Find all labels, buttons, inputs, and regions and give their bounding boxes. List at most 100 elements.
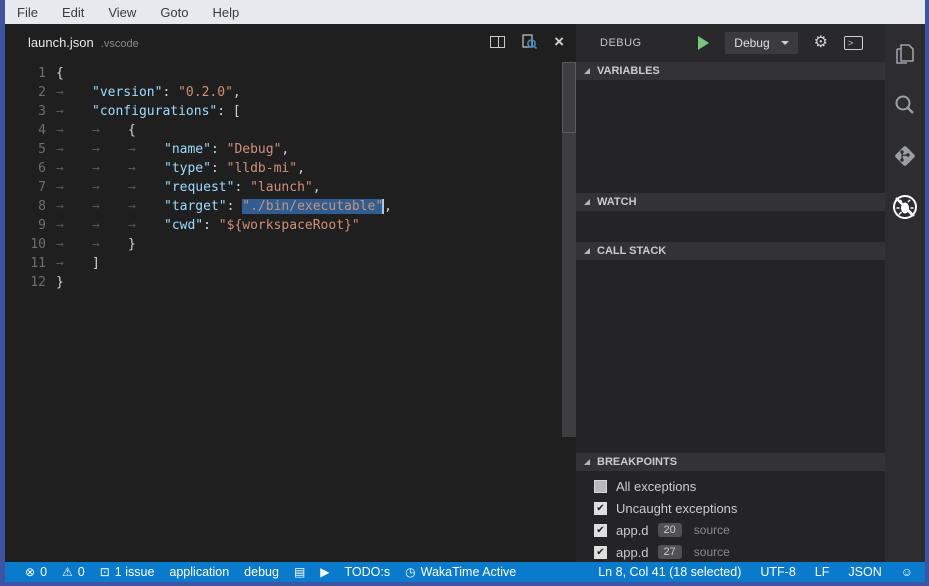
code-line-9[interactable]: 9→→→"cwd": "${workspaceRoot}" xyxy=(5,216,576,235)
breakpoint-row[interactable]: All exceptions xyxy=(576,475,885,497)
code-line-4[interactable]: 4→→{ xyxy=(5,121,576,140)
menu-item-edit[interactable]: Edit xyxy=(62,5,84,20)
whitespace-tab-arrow: → xyxy=(92,235,128,254)
editor-scrollbar[interactable] xyxy=(562,62,576,437)
section-label: BREAKPOINTS xyxy=(597,456,677,468)
search-icon-glyph xyxy=(892,92,918,118)
code-token: , xyxy=(297,161,305,176)
menu-item-file[interactable]: File xyxy=(17,5,38,20)
open-preview-icon[interactable] xyxy=(521,34,538,50)
whitespace-tab-arrow: → xyxy=(56,83,92,102)
application-text: application xyxy=(169,565,229,579)
code-token: , xyxy=(384,199,392,214)
breakpoint-row[interactable]: ✔app.d20source xyxy=(576,519,885,541)
code-line-12[interactable]: 12} xyxy=(5,273,576,292)
menu-item-view[interactable]: View xyxy=(108,5,136,20)
debug-console-icon[interactable]: > xyxy=(844,36,863,50)
selected-config-label: Debug xyxy=(734,36,769,50)
wakatime-icon: ◷ xyxy=(405,566,415,578)
section-header-breakpoints[interactable]: BREAKPOINTS xyxy=(576,453,885,471)
status-bar: ⊗0⚠0⊡1 issueapplicationdebug▤▶TODO:s◷Wak… xyxy=(5,562,925,582)
start-debug-button[interactable] xyxy=(698,36,709,50)
status-item-errors[interactable]: ⊗0 xyxy=(25,565,47,579)
expand-triangle-icon xyxy=(584,459,590,465)
status-item-todo-file[interactable]: ▤ xyxy=(294,566,305,578)
code-token: "0.2.0" xyxy=(178,85,233,100)
issues-text: 1 issue xyxy=(115,565,155,579)
checkbox-checked-icon[interactable]: ✔ xyxy=(594,502,607,515)
code-token: "cwd" xyxy=(164,218,203,233)
section-header-call-stack[interactable]: CALL STACK xyxy=(576,242,885,260)
status-item-encoding[interactable]: UTF-8 xyxy=(760,565,795,579)
errors-icon: ⊗ xyxy=(25,566,35,578)
whitespace-tab-arrow: → xyxy=(92,140,128,159)
whitespace-tab-arrow: → xyxy=(56,235,92,254)
status-item-language-mode[interactable]: JSON xyxy=(848,565,881,579)
code-line-content: →"version": "0.2.0", xyxy=(56,83,241,102)
menu-item-help[interactable]: Help xyxy=(213,5,240,20)
tab-launch-json[interactable]: launch.json .vscode xyxy=(28,35,139,50)
menu-item-goto[interactable]: Goto xyxy=(160,5,188,20)
checkbox-checked-icon[interactable]: ✔ xyxy=(594,546,607,559)
split-editor-icon[interactable] xyxy=(490,36,505,48)
code-line-6[interactable]: 6→→→"type": "lldb-mi", xyxy=(5,159,576,178)
status-item-wakatime[interactable]: ◷WakaTime Active xyxy=(405,565,516,579)
status-item-debug[interactable]: debug xyxy=(244,565,279,579)
code-token: : xyxy=(227,199,243,214)
status-item-cursor-position[interactable]: Ln 8, Col 41 (18 selected) xyxy=(598,565,741,579)
files-icon[interactable] xyxy=(891,40,919,68)
source-control-icon-glyph xyxy=(892,143,918,169)
line-number: 11 xyxy=(5,254,46,273)
status-item-todos[interactable]: TODO:s xyxy=(345,565,391,579)
status-item-todo-play[interactable]: ▶ xyxy=(320,566,329,578)
code-editor[interactable]: 1{2→"version": "0.2.0",3→"configurations… xyxy=(5,60,576,562)
configure-gear-icon[interactable]: ⚙ xyxy=(814,35,828,51)
section-label: WATCH xyxy=(597,196,637,208)
issues-icon: ⊡ xyxy=(100,566,110,578)
code-token: : xyxy=(162,85,178,100)
code-line-10[interactable]: 10→→} xyxy=(5,235,576,254)
code-line-8[interactable]: 8→→→"target": "./bin/executable", xyxy=(5,197,576,216)
section-header-watch[interactable]: WATCH xyxy=(576,193,885,211)
whitespace-tab-arrow: → xyxy=(92,197,128,216)
line-number: 4 xyxy=(5,121,46,140)
selected-text: "./bin/executable" xyxy=(242,199,383,214)
breakpoint-row[interactable]: ✔app.d27source xyxy=(576,541,885,563)
section-header-variables[interactable]: VARIABLES xyxy=(576,62,885,80)
code-line-2[interactable]: 2→"version": "0.2.0", xyxy=(5,83,576,102)
line-number-badge: 20 xyxy=(658,523,682,537)
status-item-eol[interactable]: LF xyxy=(815,565,830,579)
status-item-issues[interactable]: ⊡ 1 issue xyxy=(100,565,155,579)
code-line-3[interactable]: 3→"configurations": [ xyxy=(5,102,576,121)
breakpoints-body: All exceptions✔Uncaught exceptions✔app.d… xyxy=(576,471,885,563)
todo-play-icon: ▶ xyxy=(320,566,329,578)
debug-config-dropdown[interactable]: Debug xyxy=(725,32,797,54)
warnings-text: 0 xyxy=(78,565,85,579)
line-number: 1 xyxy=(5,64,46,83)
code-line-7[interactable]: 7→→→"request": "launch", xyxy=(5,178,576,197)
scrollbar-slider[interactable] xyxy=(562,62,576,133)
whitespace-tab-arrow: → xyxy=(128,140,164,159)
close-icon[interactable]: × xyxy=(554,35,564,49)
line-number: 7 xyxy=(5,178,46,197)
debug-icon[interactable] xyxy=(891,193,919,221)
checkbox-unchecked-icon[interactable] xyxy=(594,480,607,493)
checkbox-checked-icon[interactable]: ✔ xyxy=(594,524,607,537)
search-icon[interactable] xyxy=(891,91,919,119)
code-line-content: { xyxy=(56,64,64,83)
code-line-5[interactable]: 5→→→"name": "Debug", xyxy=(5,140,576,159)
code-line-1[interactable]: 1{ xyxy=(5,64,576,83)
status-item-feedback[interactable]: ☺ xyxy=(901,566,913,578)
call-stack-body xyxy=(576,260,885,453)
line-number: 10 xyxy=(5,235,46,254)
code-line-content: →→→"type": "lldb-mi", xyxy=(56,159,305,178)
breakpoint-row[interactable]: ✔Uncaught exceptions xyxy=(576,497,885,519)
tab-folder-label: .vscode xyxy=(101,38,139,50)
source-control-icon[interactable] xyxy=(891,142,919,170)
status-item-warnings[interactable]: ⚠0 xyxy=(62,565,85,579)
whitespace-tab-arrow: → xyxy=(56,178,92,197)
code-line-11[interactable]: 11→] xyxy=(5,254,576,273)
line-number: 8 xyxy=(5,197,46,216)
breakpoint-source-label: source xyxy=(694,545,730,559)
status-item-application[interactable]: application xyxy=(169,565,229,579)
